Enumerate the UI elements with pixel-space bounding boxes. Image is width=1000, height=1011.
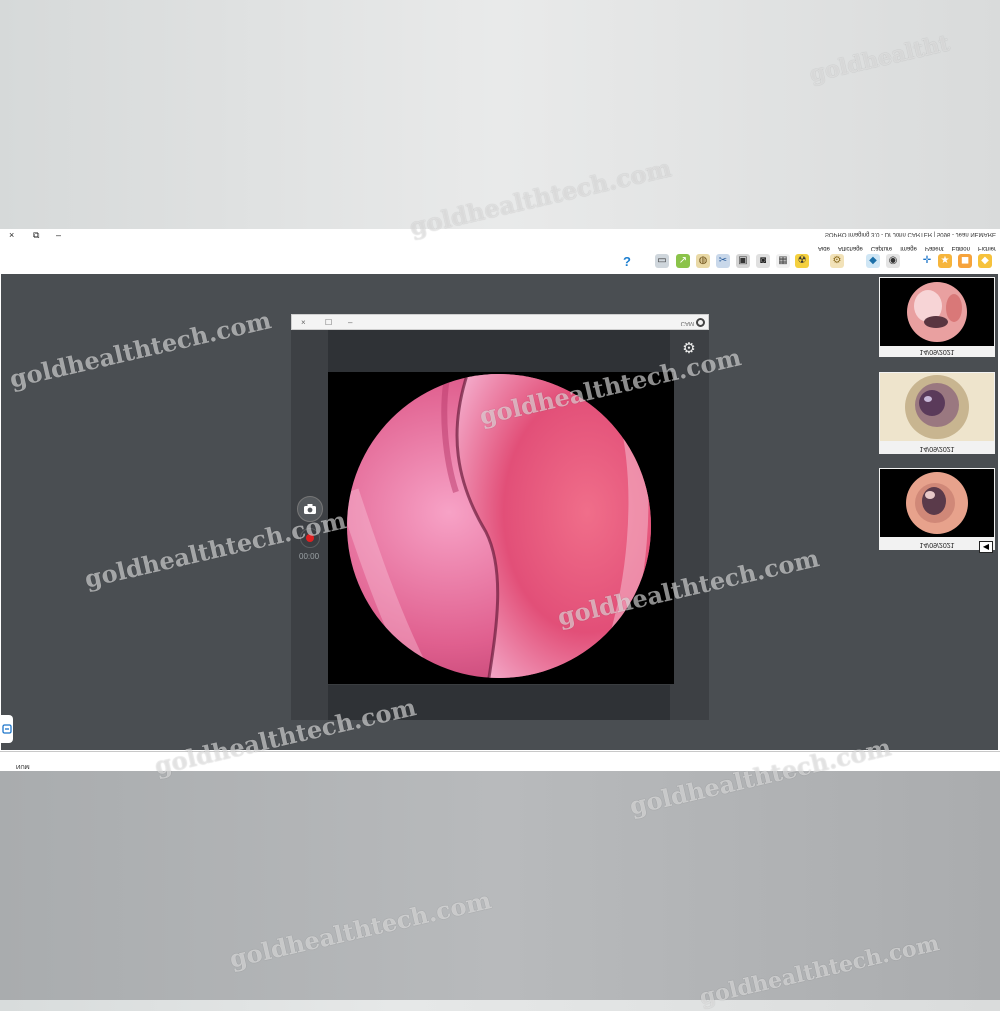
camera-left-panel [291,330,328,720]
thumbnail-2[interactable]: 14/09/2021 [879,372,995,454]
camera-icon[interactable]: ◙ [756,254,770,268]
menu-aide[interactable]: Aide [818,241,830,251]
menu-capture[interactable]: Capture [871,241,892,251]
thumbnail-image [880,469,994,537]
menu-patient[interactable]: Patient [925,241,944,251]
background-bottom [0,771,1000,1000]
camera-right-panel [670,330,709,720]
crop-icon[interactable]: ▣ [736,254,750,268]
record-timer: 00:00 [299,552,320,561]
calibration-icon[interactable]: ▦ [776,254,790,268]
camera-capture-window: × ☐ – CAM ⚙ 00:00 [291,314,709,720]
thumbnail-date: 14/09/2021 [919,541,955,548]
menu-fichier[interactable]: Fichier [978,241,996,251]
star-icon[interactable]: ★ [938,254,952,268]
num-lock-indicator: NUM [16,763,30,769]
compare-icon[interactable]: ◍ [696,254,710,268]
camera-settings-gear-icon[interactable]: ⚙ [680,340,698,358]
menu-bar: Aide Affichage Capture Image Patient Edi… [818,241,996,251]
thumbnail-1[interactable]: 14/09/2021 [879,277,995,357]
panel-toggle-icon [1,724,12,734]
thumbnail-date: 14/09/2021 [919,445,955,452]
sopro-logo-icon [696,318,705,327]
restore-window-button[interactable]: ⧉ [33,230,39,241]
minimize-window-button[interactable]: – [56,230,61,240]
thumbnail-date: 14/09/2021 [919,348,955,355]
menu-image[interactable]: Image [900,241,917,251]
thumbnail-3[interactable]: 14/09/2021 [879,468,995,550]
side-panel-toggle[interactable] [0,715,13,743]
eye-icon[interactable]: ◉ [886,254,900,268]
camera-window-titlebar: × ☐ – CAM [291,314,709,330]
menu-affichage[interactable]: Affichage [838,241,863,251]
settings-icon[interactable]: ⚙ [830,254,844,268]
title-bar: × ⧉ – SOPRO Imaging 3.0 - Dr John CARTER… [0,229,1000,241]
nav-icon[interactable]: ✛ [920,254,934,268]
scanner-icon[interactable]: ▭ [655,254,669,268]
capture-photo-button[interactable] [297,496,323,522]
thumbnail-image [880,278,994,346]
camera-minimize-button[interactable]: – [348,318,352,327]
folder-icon[interactable]: ◼ [958,254,972,268]
open-icon[interactable]: ◆ [978,254,992,268]
status-bar: NUM [0,751,1000,771]
endoscope-image [347,374,651,678]
toolbar: ? ▭ ↗ ◍ ✂ ▣ ◙ ▦ ☢ ⚙ ◆ ◉ ✛ ★ ◼ ◆ [0,251,1000,273]
live-endoscope-view [328,372,674,684]
tools-icon[interactable]: ✂ [716,254,730,268]
thumbnail-expand-arrow-icon[interactable]: ◀ [979,541,993,553]
camera-icon [304,504,316,514]
record-video-button[interactable] [300,528,320,548]
thumbnail-image [880,373,994,441]
camera-close-button[interactable]: × [301,318,306,327]
record-dot-icon [306,534,314,542]
app-title: SOPRO Imaging 3.0 - Dr John CARTER | 509… [824,231,996,237]
monitor-icon[interactable]: ◆ [866,254,880,268]
camera-bottom-strip [328,685,670,720]
background-top [0,0,1000,229]
camera-window-name: CAM [680,320,694,326]
camera-maximize-button[interactable]: ☐ [325,318,332,327]
menu-edition[interactable]: Edition [952,241,970,251]
xray-icon[interactable]: ☢ [795,254,809,268]
close-window-button[interactable]: × [9,230,14,240]
camera-top-strip [328,330,670,372]
export-icon[interactable]: ↗ [676,254,690,268]
help-icon[interactable]: ? [620,254,634,268]
